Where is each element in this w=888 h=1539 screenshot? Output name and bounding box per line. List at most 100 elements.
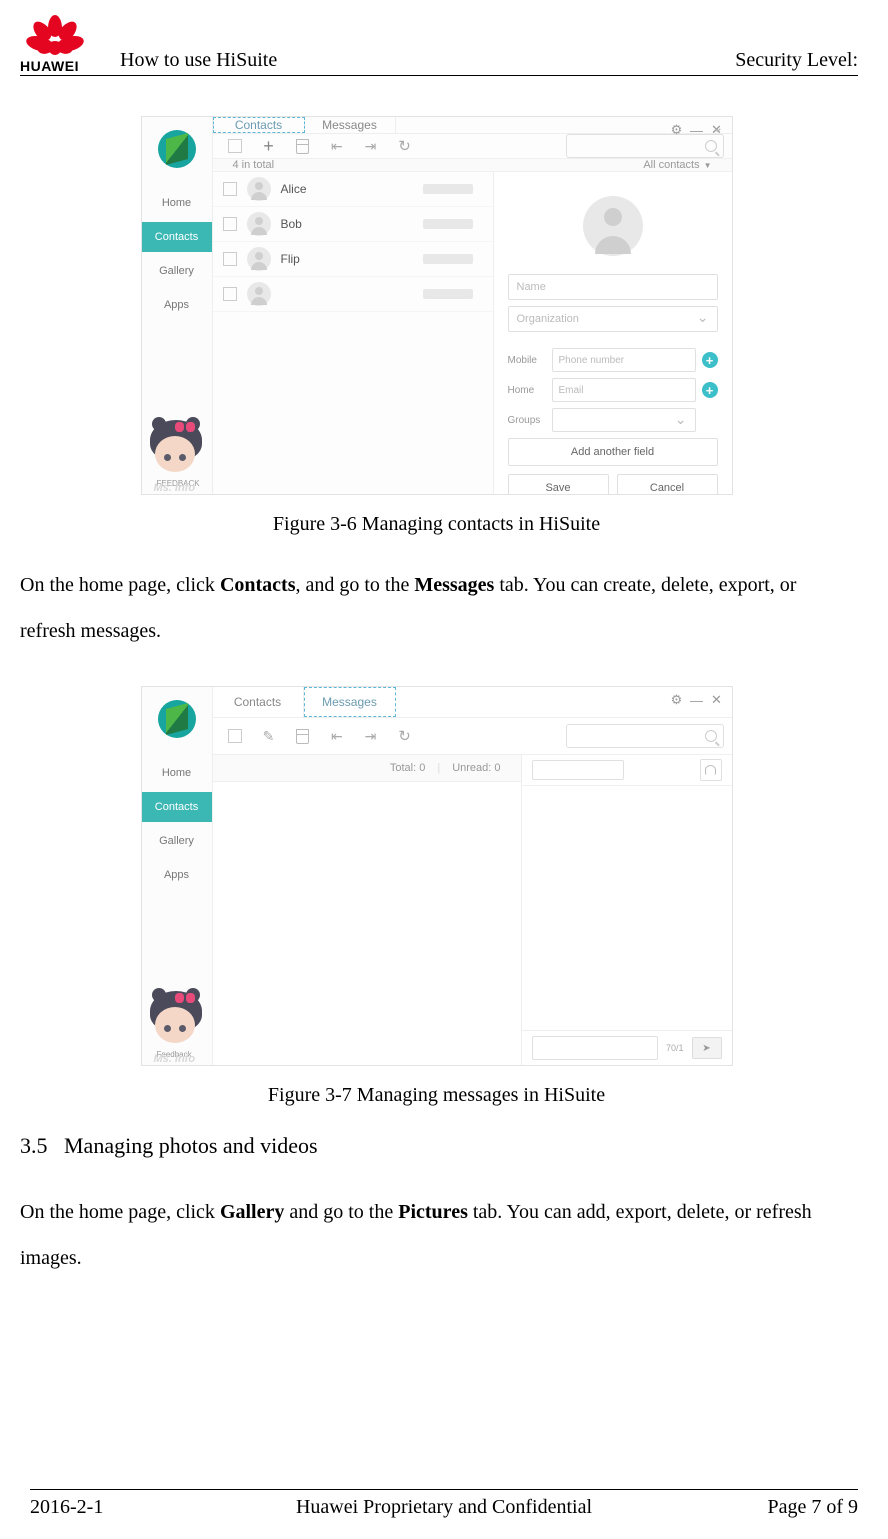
search-input[interactable] [566, 134, 724, 158]
settings-icon[interactable]: ⚙ [670, 693, 684, 707]
select-all-checkbox[interactable] [221, 134, 249, 158]
hisuite-contacts-window: ⚙ — ✕ Home Contacts Gallery Apps FEEDBAC… [141, 116, 733, 495]
row-checkbox[interactable] [223, 252, 237, 266]
nav-contacts[interactable]: Contacts [142, 222, 212, 252]
minimize-icon[interactable]: — [690, 693, 704, 707]
hisuite-logo-icon [158, 130, 196, 168]
main-area: Contacts Messages Total: 0 | Unread: 0 [213, 687, 732, 1065]
search-icon [705, 730, 717, 742]
add-email-icon[interactable]: + [702, 382, 718, 398]
save-button[interactable]: Save [508, 474, 609, 495]
total-label: Total: 0 [390, 762, 425, 774]
message-input[interactable] [532, 1036, 658, 1060]
total-count: 4 in total [233, 159, 275, 171]
logo-text: HUAWEI [20, 58, 79, 74]
sidebar: Home Contacts Gallery Apps Feedback Ms. … [142, 687, 213, 1065]
row-checkbox[interactable] [223, 217, 237, 231]
add-field-button[interactable]: Add another field [508, 438, 718, 466]
row-checkbox[interactable] [223, 182, 237, 196]
import-icon[interactable] [357, 134, 385, 158]
export-icon[interactable] [323, 724, 351, 748]
contact-detail-blur [423, 254, 473, 264]
list-item[interactable]: Alice [213, 172, 493, 207]
document-title: How to use HiSuite [120, 49, 735, 72]
add-icon[interactable] [255, 134, 283, 158]
groups-select[interactable] [552, 408, 696, 432]
close-icon[interactable]: ✕ [710, 693, 724, 707]
hisuite-messages-window: ⚙ — ✕ Home Contacts Gallery Apps Feedbac… [141, 686, 733, 1066]
page-footer: 2016-2-1 Huawei Proprietary and Confiden… [30, 1489, 858, 1519]
page-header: HUAWEI How to use HiSuite Security Level… [20, 15, 858, 76]
avatar-icon [247, 282, 271, 306]
settings-icon[interactable]: ⚙ [670, 123, 684, 137]
nav-gallery[interactable]: Gallery [142, 826, 212, 856]
select-all-checkbox[interactable] [221, 724, 249, 748]
hisuite-logo-icon [158, 700, 196, 738]
refresh-icon[interactable] [391, 134, 419, 158]
list-item[interactable]: Flip [213, 242, 493, 277]
delete-icon[interactable] [289, 724, 317, 748]
footer-date: 2016-2-1 [30, 1496, 237, 1519]
refresh-icon[interactable] [391, 724, 419, 748]
contact-name: Alice [281, 182, 307, 196]
figure-caption: Figure 3-6 Managing contacts in HiSuite [20, 513, 853, 536]
tab-contacts[interactable]: Contacts [213, 117, 305, 133]
main-area: Contacts Messages 4 in total All contact… [213, 117, 732, 494]
delete-icon[interactable] [289, 134, 317, 158]
figure-3-6: ⚙ — ✕ Home Contacts Gallery Apps FEEDBAC… [20, 116, 853, 536]
send-button[interactable] [692, 1037, 722, 1059]
contact-detail-blur [423, 184, 473, 194]
cancel-button[interactable]: Cancel [617, 474, 718, 495]
organization-input[interactable]: Organization [508, 306, 718, 332]
char-count: 70/1 [666, 1043, 684, 1053]
import-icon[interactable] [357, 724, 385, 748]
groups-label: Groups [508, 415, 546, 426]
search-input[interactable] [566, 724, 724, 748]
row-checkbox[interactable] [223, 287, 237, 301]
tab-contacts[interactable]: Contacts [213, 687, 304, 717]
contact-detail-blur [423, 219, 473, 229]
add-recipient-icon[interactable] [700, 759, 722, 781]
search-icon [705, 140, 717, 152]
minimize-icon[interactable]: — [690, 123, 704, 137]
contact-list: Alice Bob Flip [213, 172, 493, 495]
section-heading: 3.5 Managing photos and videos [20, 1133, 853, 1159]
unread-label: Unread: 0 [452, 762, 500, 774]
add-phone-icon[interactable]: + [702, 352, 718, 368]
email-input[interactable]: Email [552, 378, 696, 402]
contact-avatar[interactable] [583, 196, 643, 256]
contact-detail-blur [423, 289, 473, 299]
nav-home[interactable]: Home [142, 188, 212, 218]
huawei-logo: HUAWEI [20, 15, 90, 72]
sidebar: Home Contacts Gallery Apps FEEDBACK Ms. … [142, 117, 213, 494]
list-item[interactable]: Bob [213, 207, 493, 242]
nav-home[interactable]: Home [142, 758, 212, 788]
filter-dropdown[interactable]: All contacts [643, 159, 711, 171]
name-input[interactable]: Name [508, 274, 718, 300]
nav-apps[interactable]: Apps [142, 860, 212, 890]
nav-gallery[interactable]: Gallery [142, 256, 212, 286]
figure-caption: Figure 3-7 Managing messages in HiSuite [20, 1084, 853, 1107]
watermark: Ms. Info [154, 1053, 196, 1065]
tab-messages[interactable]: Messages [304, 687, 396, 717]
recipient-input[interactable] [532, 760, 624, 780]
window-controls: ⚙ — ✕ [670, 693, 724, 707]
toolbar [213, 718, 732, 755]
compose-icon[interactable] [255, 724, 283, 748]
export-icon[interactable] [323, 134, 351, 158]
security-level-label: Security Level: [735, 49, 858, 72]
avatar-icon [247, 177, 271, 201]
nav-apps[interactable]: Apps [142, 290, 212, 320]
avatar-icon [247, 212, 271, 236]
home-label[interactable]: Home [508, 385, 546, 396]
message-list: Total: 0 | Unread: 0 [213, 755, 521, 1065]
tab-messages[interactable]: Messages [305, 117, 396, 133]
contact-name: Bob [281, 217, 302, 231]
nav-contacts[interactable]: Contacts [142, 792, 212, 822]
message-compose-panel: 70/1 [521, 755, 732, 1065]
contact-detail-panel: Name Organization Mobile Phone number + Ho… [493, 172, 732, 495]
list-item[interactable] [213, 277, 493, 312]
figure-3-7: ⚙ — ✕ Home Contacts Gallery Apps Feedbac… [20, 686, 853, 1107]
phone-input[interactable]: Phone number [552, 348, 696, 372]
mobile-label[interactable]: Mobile [508, 355, 546, 366]
